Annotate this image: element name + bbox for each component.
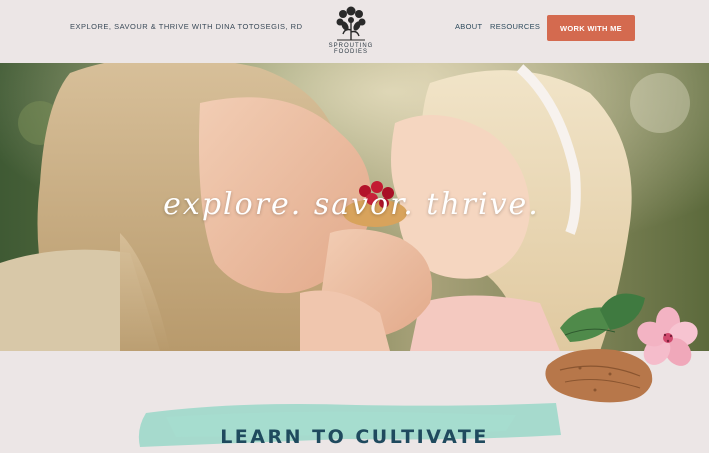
hero-script-heading: explore. savor. thrive. [0,187,709,222]
section-title: LEARN TO CULTIVATE [220,426,489,448]
nav-link-about[interactable]: ABOUT [455,22,482,31]
site-header: EXPLORE, SAVOUR & THRIVE WITH DINA TOTOS… [0,0,709,63]
site-logo[interactable]: SPROUTING FOODIES [326,4,376,60]
nav-link-resources[interactable]: RESOURCES [490,22,540,31]
sprouting-foodies-logo-icon [336,6,366,41]
logo-text-line2: FOODIES [333,49,368,55]
hero-script-text: explore. savor. thrive. [163,187,540,222]
almond-blossom-illustration [545,293,698,403]
header-tagline: EXPLORE, SAVOUR & THRIVE WITH DINA TOTOS… [70,22,303,31]
work-with-me-button[interactable]: WORK WITH ME [547,15,635,41]
